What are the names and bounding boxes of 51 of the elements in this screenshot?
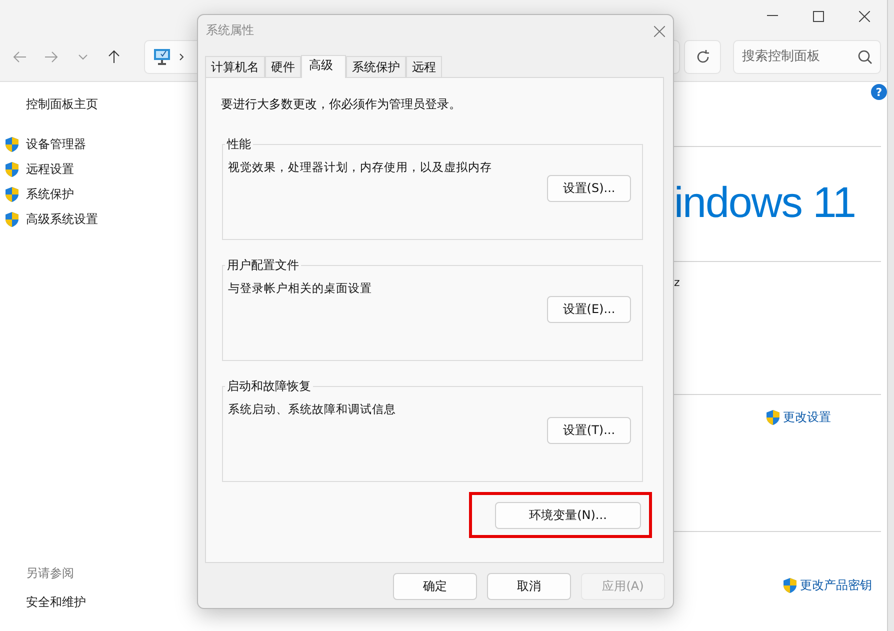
group-description: 视觉效果，处理器计划，内存使用，以及虚拟内存: [228, 160, 493, 175]
tab[interactable]: 计算机名: [205, 56, 265, 77]
dialog-title: 系统属性: [206, 22, 254, 38]
shield-icon: [782, 577, 798, 594]
settings-button[interactable]: 设置(E)...: [547, 296, 631, 323]
see-also-heading: 另请参阅: [26, 565, 75, 582]
back-arrow-icon[interactable]: [12, 50, 27, 62]
sidebar-link[interactable]: 设备管理器: [4, 132, 197, 157]
group-title: 性能: [226, 136, 252, 153]
sidebar-link[interactable]: 控制面板主页: [26, 96, 197, 113]
tab[interactable]: 系统保护: [346, 56, 406, 77]
info-text: z: [674, 276, 680, 291]
close-icon[interactable]: [858, 10, 870, 22]
sidebar-link[interactable]: 远程设置: [4, 157, 197, 182]
forward-arrow-icon[interactable]: [44, 50, 58, 62]
help-button[interactable]: ?: [871, 84, 887, 100]
maximize-icon[interactable]: [812, 10, 824, 22]
up-arrow-icon[interactable]: [108, 50, 120, 64]
shield-icon: [765, 409, 781, 426]
sidebar-link[interactable]: 高级系统设置: [4, 207, 197, 232]
tab[interactable]: 高级: [301, 55, 346, 78]
change-product-key-link[interactable]: 更改产品密钥: [782, 577, 872, 594]
shield-icon: [4, 136, 20, 153]
change-settings-link[interactable]: 更改设置: [765, 409, 831, 426]
computer-icon: [152, 48, 171, 66]
windows-logo-text: indows 11: [674, 179, 856, 229]
chevron-right-icon: [178, 52, 184, 60]
tab[interactable]: 远程: [406, 56, 442, 77]
refresh-button[interactable]: [684, 40, 722, 74]
shield-icon: [4, 161, 20, 178]
shield-icon: [4, 211, 20, 228]
close-icon[interactable]: [654, 26, 665, 36]
environment-variables-button[interactable]: 环境变量(N)...: [495, 502, 641, 529]
shield-icon: [4, 186, 20, 203]
minimize-icon[interactable]: [766, 15, 778, 17]
dialog-button[interactable]: 取消: [487, 573, 571, 600]
tab[interactable]: 硬件: [265, 56, 301, 77]
settings-button[interactable]: 设置(S)...: [547, 175, 631, 202]
group-title: 用户配置文件: [226, 257, 300, 274]
sidebar-link[interactable]: 系统保护: [4, 182, 197, 207]
search-field[interactable]: 搜索控制面板: [733, 40, 882, 74]
chevron-down-icon[interactable]: [78, 54, 88, 60]
refresh-icon: [696, 50, 710, 64]
group-description: 系统启动、系统故障和调试信息: [228, 402, 397, 417]
search-icon[interactable]: [858, 50, 872, 64]
sidebar-link[interactable]: 安全和维护: [26, 594, 197, 611]
dialog-button[interactable]: 确定: [393, 573, 477, 600]
notice-text: 要进行大多数更改，你必须作为管理员登录。: [221, 96, 462, 113]
settings-button[interactable]: 设置(T)...: [547, 417, 631, 444]
group-description: 与登录帐户相关的桌面设置: [228, 281, 373, 296]
group-title: 启动和故障恢复: [226, 378, 312, 395]
